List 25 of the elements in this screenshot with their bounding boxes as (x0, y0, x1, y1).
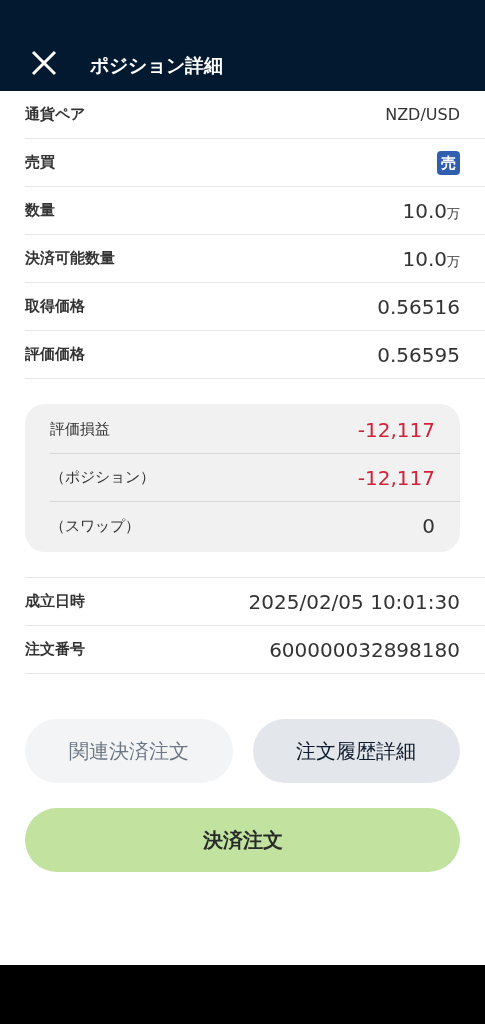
screen-title: ポジション詳細 (90, 52, 223, 78)
value-text: 0.56516 (377, 293, 460, 321)
field-label: 成立日時 (25, 591, 85, 613)
sell-badge: 売 (437, 150, 460, 175)
quantity-value: 10.0万 (402, 197, 460, 225)
field-label: 決済可能数量 (25, 248, 115, 270)
pnl-label: 評価損益 (50, 419, 110, 441)
value-text: 0.56595 (377, 341, 460, 369)
quantity-value: 10.0万 (402, 245, 460, 273)
field-label: 数量 (25, 200, 55, 222)
field-label: 通貨ペア (25, 104, 85, 126)
field-label: 注文番号 (25, 639, 85, 661)
value-text: NZD/USD (385, 103, 460, 126)
pnl-value: -12,117 (357, 464, 435, 492)
field-label: 評価価格 (25, 344, 85, 366)
pnl-label: （ポジション） (50, 467, 155, 489)
pnl-value: -12,117 (357, 416, 435, 444)
settle-order-button[interactable]: 決済注文 (25, 808, 460, 872)
pnl-label: （スワップ） (50, 515, 140, 537)
action-button[interactable]: 注文履歴詳細 (252, 719, 460, 783)
value-text: 2025/02/05 10:01:30 (248, 588, 460, 616)
field-label: 取得価格 (25, 296, 85, 318)
value-text: 600000032898180 (269, 636, 460, 664)
pnl-value: 0 (422, 513, 435, 540)
field-label: 売買 (25, 152, 55, 174)
